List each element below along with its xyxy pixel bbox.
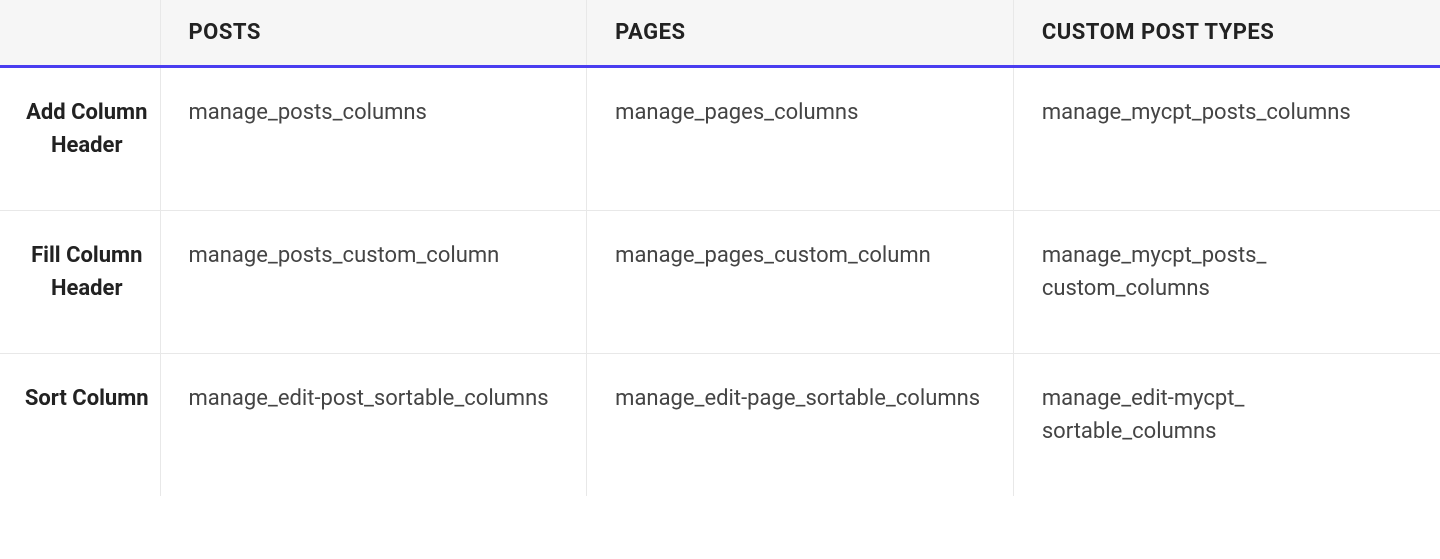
cell-add-cpt: manage_mycpt_posts_​columns [1013,67,1440,211]
row-label-add: Add Column Header [0,67,160,211]
row-label-fill: Fill Column Header [0,211,160,354]
row-label-sort: Sort Column [0,354,160,497]
table-row: Add Column Header manage_posts_columns m… [0,67,1440,211]
cell-fill-cpt: manage_mycpt_posts_​custom_columns [1013,211,1440,354]
table-header-row: POSTS PAGES CUSTOM POST TYPES [0,0,1440,67]
hooks-table: POSTS PAGES CUSTOM POST TYPES Add Column… [0,0,1440,496]
cell-fill-pages: manage_pages_custom_​column [587,211,1014,354]
column-header-pages: PAGES [587,0,1014,67]
column-header-posts: POSTS [160,0,587,67]
cell-add-pages: manage_pages_columns [587,67,1014,211]
cell-add-posts: manage_posts_columns [160,67,587,211]
cell-fill-posts: manage_posts_custom_​column [160,211,587,354]
table-row: Fill Column Header manage_posts_custom_​… [0,211,1440,354]
cell-sort-pages: manage_edit-page_sortable​_columns [587,354,1014,497]
table-row: Sort Column manage_edit-post_sortable​_c… [0,354,1440,497]
cell-sort-posts: manage_edit-post_sortable​_columns [160,354,587,497]
header-corner [0,0,160,67]
cell-sort-cpt: manage_edit-mycpt_​sortable_columns [1013,354,1440,497]
column-header-cpt: CUSTOM POST TYPES [1013,0,1440,67]
